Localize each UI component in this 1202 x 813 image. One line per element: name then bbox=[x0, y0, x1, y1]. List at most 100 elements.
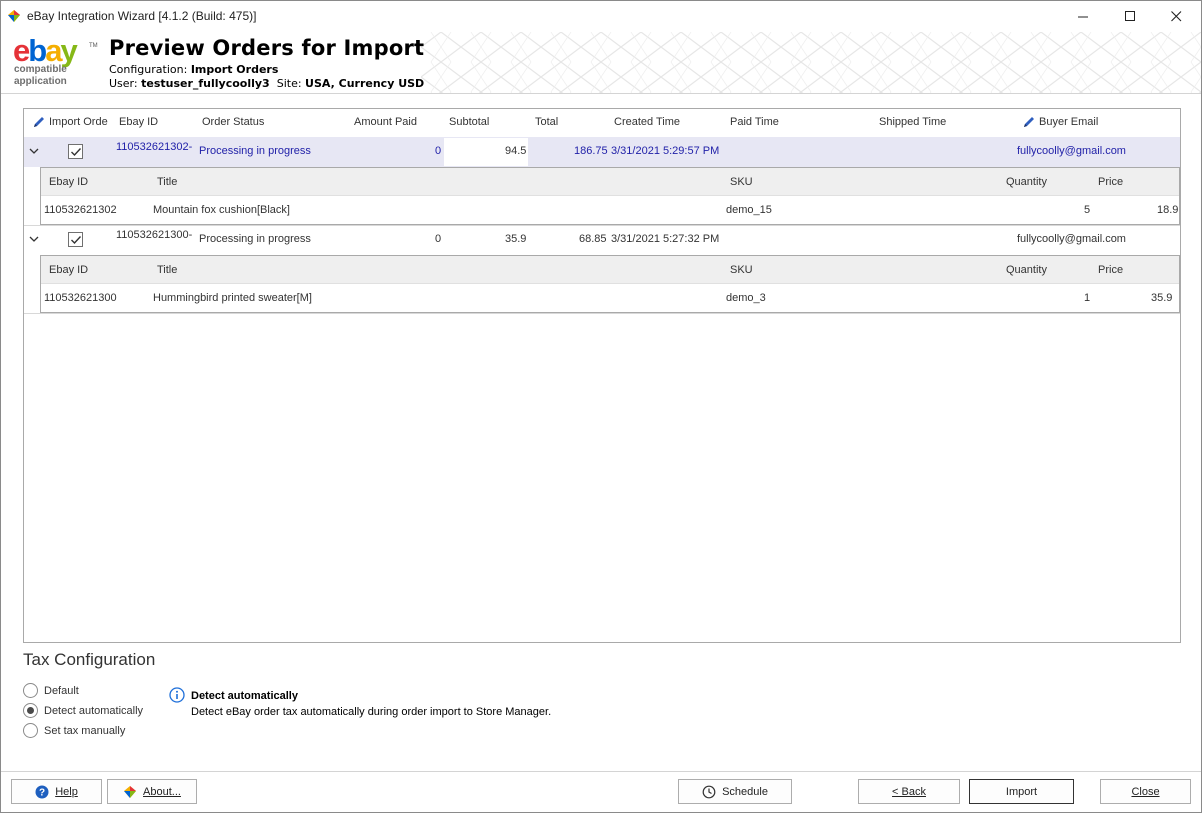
tax-info-description: Detect eBay order tax automatically duri… bbox=[191, 706, 552, 718]
logo-sub-line1: compatible bbox=[14, 64, 67, 75]
column-paid-time[interactable]: Paid Time bbox=[730, 116, 779, 128]
user-site-line: User: testuser_fullycoolly3 Site: USA, C… bbox=[109, 77, 425, 90]
items-column-quantity[interactable]: Quantity bbox=[1006, 176, 1047, 188]
items-column-ebay-id[interactable]: Ebay ID bbox=[49, 176, 88, 188]
items-column-price[interactable]: Price bbox=[1098, 264, 1123, 276]
ebay-app-icon bbox=[8, 10, 20, 22]
column-buyer-email[interactable]: Buyer Email bbox=[1039, 116, 1098, 128]
radio-circle[interactable] bbox=[23, 723, 38, 738]
site-value: USA, Currency USD bbox=[305, 77, 425, 90]
chevron-down-icon[interactable] bbox=[28, 233, 40, 245]
column-subtotal[interactable]: Subtotal bbox=[449, 116, 489, 128]
item-sku: demo_15 bbox=[726, 204, 772, 216]
column-ebay-id[interactable]: Ebay ID bbox=[119, 116, 158, 128]
chevron-down-icon[interactable] bbox=[28, 145, 40, 157]
radio-label[interactable]: Set tax manually bbox=[44, 725, 125, 737]
radio-label[interactable]: Detect automatically bbox=[44, 705, 143, 717]
order-buyer-email: fullycoolly@gmail.com bbox=[1017, 233, 1126, 245]
radio-detect-automatically[interactable]: Detect automatically bbox=[23, 703, 143, 718]
minimize-icon bbox=[1077, 16, 1088, 18]
items-column-sku[interactable]: SKU bbox=[730, 264, 753, 276]
row-divider bbox=[24, 225, 1180, 226]
item-row[interactable]: 110532621302 Mountain fox cushion[Black]… bbox=[41, 196, 1179, 224]
import-checkbox[interactable] bbox=[68, 144, 83, 159]
items-column-price[interactable]: Price bbox=[1098, 176, 1123, 188]
item-title: Hummingbird printed sweater[M] bbox=[153, 292, 312, 304]
import-checkbox[interactable] bbox=[68, 232, 83, 247]
back-button[interactable]: < Back bbox=[858, 779, 960, 804]
items-column-sku[interactable]: SKU bbox=[730, 176, 753, 188]
order-row[interactable]: 110532621300- Processing in progress 0 3… bbox=[24, 225, 1180, 255]
window-title: eBay Integration Wizard [4.1.2 (Build: 4… bbox=[27, 9, 257, 23]
help-icon: ? bbox=[35, 785, 49, 798]
order-ebay-id: 110532621300- bbox=[116, 229, 193, 241]
svg-text:?: ? bbox=[39, 787, 45, 798]
import-button[interactable]: Import bbox=[969, 779, 1074, 804]
order-items-grid: Ebay ID Title SKU Quantity Price 1105326… bbox=[40, 167, 1180, 225]
order-amount-paid: 0 bbox=[435, 233, 442, 245]
items-header: Ebay ID Title SKU Quantity Price bbox=[41, 256, 1179, 284]
order-amount-paid: 0 bbox=[435, 145, 442, 157]
item-title: Mountain fox cushion[Black] bbox=[153, 204, 290, 216]
order-buyer-email: fullycoolly@gmail.com bbox=[1017, 145, 1126, 157]
item-price: 18.9 bbox=[1157, 204, 1179, 216]
radio-circle[interactable] bbox=[23, 683, 38, 698]
items-column-title[interactable]: Title bbox=[157, 176, 177, 188]
items-column-ebay-id[interactable]: Ebay ID bbox=[49, 264, 88, 276]
order-created-time: 3/31/2021 5:29:57 PM bbox=[611, 145, 720, 157]
column-shipped-time[interactable]: Shipped Time bbox=[879, 116, 946, 128]
order-total: 68.85 bbox=[579, 233, 607, 245]
info-icon bbox=[169, 687, 185, 703]
maximize-icon bbox=[1124, 11, 1135, 21]
configuration-line: Configuration: Import Orders bbox=[109, 63, 279, 76]
row-divider bbox=[24, 313, 1180, 314]
item-quantity: 1 bbox=[1084, 292, 1091, 304]
items-header: Ebay ID Title SKU Quantity Price bbox=[41, 168, 1179, 196]
column-created-time[interactable]: Created Time bbox=[614, 116, 680, 128]
minimize-button[interactable] bbox=[1060, 1, 1106, 32]
item-quantity: 5 bbox=[1084, 204, 1091, 216]
header-banner: ebay TM compatible application Preview O… bbox=[1, 32, 1201, 94]
order-subtotal[interactable]: 94.5 bbox=[505, 145, 526, 157]
column-import-order[interactable]: Import Orde bbox=[49, 116, 108, 128]
order-created-time: 3/31/2021 5:27:32 PM bbox=[611, 233, 720, 245]
column-order-status[interactable]: Order Status bbox=[202, 116, 264, 128]
about-button[interactable]: About... bbox=[107, 779, 197, 804]
logo-sub-line2: application bbox=[14, 76, 67, 87]
column-amount-paid[interactable]: Amount Paid bbox=[354, 116, 417, 128]
items-column-quantity[interactable]: Quantity bbox=[1006, 264, 1047, 276]
radio-circle-selected[interactable] bbox=[23, 703, 38, 718]
radio-default[interactable]: Default bbox=[23, 683, 79, 698]
tax-configuration-title: Tax Configuration bbox=[23, 650, 156, 669]
orders-grid[interactable]: Import Orde Ebay ID Order Status Amount … bbox=[23, 108, 1181, 643]
title-bar: eBay Integration Wizard [4.1.2 (Build: 4… bbox=[1, 1, 1201, 32]
schedule-button[interactable]: Schedule bbox=[678, 779, 792, 804]
radio-label[interactable]: Default bbox=[44, 685, 79, 697]
help-button[interactable]: ? Help bbox=[11, 779, 102, 804]
maximize-button[interactable] bbox=[1107, 1, 1153, 32]
banner-pattern bbox=[421, 32, 1201, 94]
column-total[interactable]: Total bbox=[535, 116, 558, 128]
radio-set-tax-manually[interactable]: Set tax manually bbox=[23, 723, 125, 738]
ebay-logo: ebay TM compatible application bbox=[13, 33, 98, 87]
order-status: Processing in progress bbox=[199, 233, 311, 245]
close-button[interactable]: Close bbox=[1100, 779, 1191, 804]
close-icon bbox=[1170, 11, 1181, 22]
item-price: 35.9 bbox=[1151, 292, 1173, 304]
pencil-icon bbox=[1024, 117, 1034, 127]
close-window-button[interactable] bbox=[1153, 1, 1199, 32]
pencil-icon bbox=[34, 117, 44, 127]
item-row[interactable]: 110532621300 Hummingbird printed sweater… bbox=[41, 284, 1179, 312]
order-total: 186.75 bbox=[574, 145, 608, 157]
order-row[interactable]: 110532621302- Processing in progress 0 9… bbox=[24, 137, 1180, 167]
user-value: testuser_fullycoolly3 bbox=[141, 77, 270, 90]
checkmark-icon bbox=[71, 236, 82, 245]
bottom-divider bbox=[1, 771, 1201, 772]
item-sku: demo_3 bbox=[726, 292, 766, 304]
grid-header: Import Orde Ebay ID Order Status Amount … bbox=[24, 109, 1180, 137]
item-ebay-id: 110532621300 bbox=[44, 292, 117, 304]
clock-icon bbox=[702, 785, 716, 798]
item-ebay-id: 110532621302 bbox=[44, 204, 117, 216]
items-column-title[interactable]: Title bbox=[157, 264, 177, 276]
wizard-window: eBay Integration Wizard [4.1.2 (Build: 4… bbox=[0, 0, 1202, 813]
